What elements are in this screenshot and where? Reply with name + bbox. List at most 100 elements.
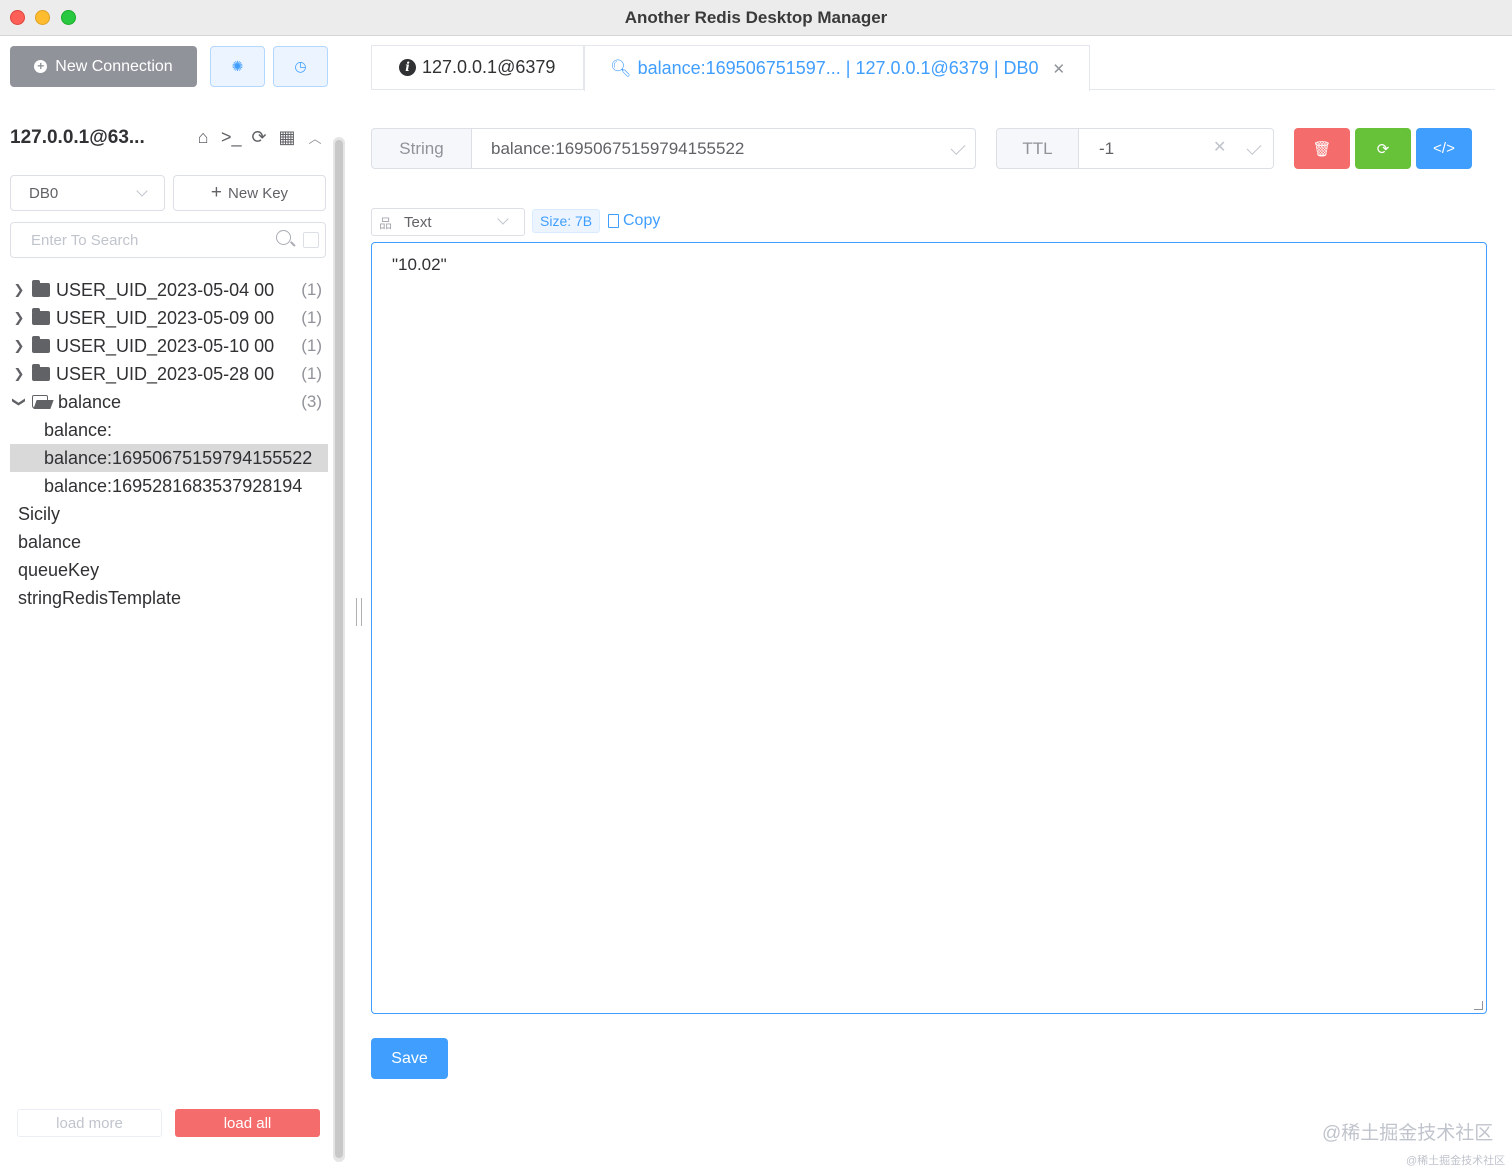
delete-key-button[interactable]: 🗑︎ (1294, 128, 1350, 169)
key-tree: ❯ USER_UID_2023-05-04 00 (1) ❯ USER_UID_… (0, 276, 330, 612)
tree-folder-label: USER_UID_2023-05-09 00 (56, 307, 275, 328)
close-icon[interactable]: ✕ (1053, 60, 1066, 78)
pane-resize-handle[interactable] (356, 598, 362, 626)
new-key-label: New Key (228, 184, 289, 202)
db-select-value: DB0 (29, 184, 59, 202)
document-icon (608, 214, 619, 228)
check-icon[interactable] (1246, 140, 1262, 155)
tree-key[interactable]: balance: (0, 416, 330, 444)
tree-folder-label: USER_UID_2023-05-04 00 (56, 279, 275, 300)
tree-folder-count: (3) (301, 392, 322, 411)
tab-connection-info[interactable]: i 127.0.0.1@6379 (371, 45, 584, 90)
search-placeholder: Enter To Search (31, 231, 139, 249)
tree-folder[interactable]: ❯ USER_UID_2023-05-09 00 (1) (0, 304, 330, 332)
home-icon[interactable]: ⌂ (193, 127, 213, 148)
new-key-button[interactable]: + New Key (173, 175, 326, 211)
key-name-input[interactable]: balance:16950675159794155522 (471, 128, 976, 169)
value-editor[interactable]: "10.02" (371, 242, 1487, 1014)
tree-folder-count: (1) (301, 280, 322, 299)
tree-icon: 品 (379, 215, 393, 231)
format-select[interactable]: 品 Text (371, 208, 525, 236)
folder-open-icon (32, 395, 54, 409)
new-connection-label: New Connection (55, 57, 173, 75)
chevron-right-icon: ❯ (13, 338, 25, 353)
chevron-down-icon (497, 213, 509, 225)
title-bar: Another Redis Desktop Manager (0, 0, 1512, 36)
plus-circle-icon: + (34, 60, 48, 73)
search-input[interactable]: Enter To Search (10, 222, 326, 258)
tree-folder-label: USER_UID_2023-05-10 00 (56, 335, 275, 356)
settings-button[interactable]: ✺ (210, 46, 265, 87)
history-icon: ◷ (294, 58, 307, 74)
window-title: Another Redis Desktop Manager (624, 8, 888, 27)
grid-icon[interactable]: ▦ (277, 127, 297, 148)
tree-folder[interactable]: ❯ USER_UID_2023-05-10 00 (1) (0, 332, 330, 360)
key-name-value: balance:16950675159794155522 (491, 138, 745, 158)
refresh-icon: ⟳ (1376, 140, 1390, 158)
history-button[interactable]: ◷ (273, 46, 328, 87)
watermark: @稀土掘金技术社区 (1322, 1123, 1494, 1144)
check-icon[interactable] (950, 140, 966, 155)
exact-search-checkbox[interactable] (303, 232, 319, 248)
tab-label: balance:169506751597... | 127.0.0.1@6379… (637, 58, 1039, 78)
tree-key[interactable]: Sicily (0, 500, 330, 528)
key-type-label: String (371, 128, 472, 169)
tree-key-selected[interactable]: balance:16950675159794155522 (10, 444, 328, 472)
info-icon: i (399, 59, 416, 76)
new-connection-button[interactable]: + New Connection (10, 46, 197, 87)
size-badge: Size: 7B (532, 209, 601, 233)
ttl-label: TTL (996, 128, 1079, 169)
tree-folder[interactable]: ❯ USER_UID_2023-05-04 00 (1) (0, 276, 330, 304)
tab-bar-border (1090, 89, 1495, 90)
plus-icon: + (210, 182, 223, 203)
load-all-button[interactable]: load all (175, 1109, 320, 1137)
resize-grip-icon[interactable] (1474, 1001, 1483, 1010)
tree-folder-count: (1) (301, 336, 322, 355)
code-button[interactable]: </> (1416, 128, 1472, 169)
sidebar-scrollbar-thumb[interactable] (335, 140, 343, 1158)
connection-toolbar: ⌂ >_ ⟳ ▦ ︿ (193, 127, 325, 148)
tab-key-detail[interactable]: 🔍︎ balance:169506751597... | 127.0.0.1@6… (584, 45, 1090, 91)
load-more-button[interactable]: load more (17, 1109, 162, 1137)
sidebar: + New Connection ✺ ◷ 127.0.0.1@63... ⌂ >… (0, 37, 346, 1170)
copy-link[interactable]: Copy (608, 212, 660, 230)
tree-folder-label: balance (58, 391, 122, 412)
tree-folder-count: (1) (301, 308, 322, 327)
clear-icon[interactable]: ✕ (1213, 137, 1226, 157)
search-icon[interactable] (275, 229, 297, 251)
tree-folder-label: USER_UID_2023-05-28 00 (56, 363, 275, 384)
ttl-value: -1 (1099, 138, 1115, 158)
watermark-small: @稀土掘金技术社区 (1406, 1155, 1506, 1167)
chevron-down-icon: ❯ (12, 396, 27, 408)
tree-folder-count: (1) (301, 364, 322, 383)
tree-folder[interactable]: ❯ USER_UID_2023-05-28 00 (1) (0, 360, 330, 388)
code-icon: </> (1433, 140, 1455, 157)
folder-icon (32, 364, 50, 381)
terminal-icon[interactable]: >_ (221, 127, 242, 148)
value-text: "10.02" (392, 255, 447, 274)
tree-key[interactable]: queueKey (0, 556, 330, 584)
save-button[interactable]: Save (371, 1038, 448, 1079)
chevron-right-icon: ❯ (13, 282, 25, 297)
tree-key[interactable]: stringRedisTemplate (0, 584, 330, 612)
collapse-icon[interactable]: ︿ (305, 128, 325, 147)
format-value: Text (404, 213, 432, 231)
ttl-input[interactable]: -1 (1078, 128, 1274, 169)
refresh-key-button[interactable]: ⟳ (1355, 128, 1411, 169)
settings-icon: ✺ (231, 58, 244, 74)
tree-key[interactable]: balance (0, 528, 330, 556)
chevron-right-icon: ❯ (13, 310, 25, 325)
folder-icon (32, 280, 50, 297)
tree-key[interactable]: balance:1695281683537928194 (0, 472, 330, 500)
tab-label: 127.0.0.1@6379 (422, 57, 556, 77)
tree-folder-open[interactable]: ❯ balance (3) (0, 388, 330, 416)
refresh-icon[interactable]: ⟳ (249, 127, 269, 148)
connection-title[interactable]: 127.0.0.1@63... (10, 127, 145, 149)
chevron-right-icon: ❯ (13, 366, 25, 381)
db-select[interactable]: DB0 (10, 175, 165, 211)
folder-icon (32, 336, 50, 353)
delete-icon: 🗑︎ (1312, 140, 1332, 158)
key-icon: 🔍︎ (610, 58, 632, 78)
folder-icon (32, 308, 50, 325)
tree-key-label: balance:16950675159794155522 (44, 447, 313, 468)
